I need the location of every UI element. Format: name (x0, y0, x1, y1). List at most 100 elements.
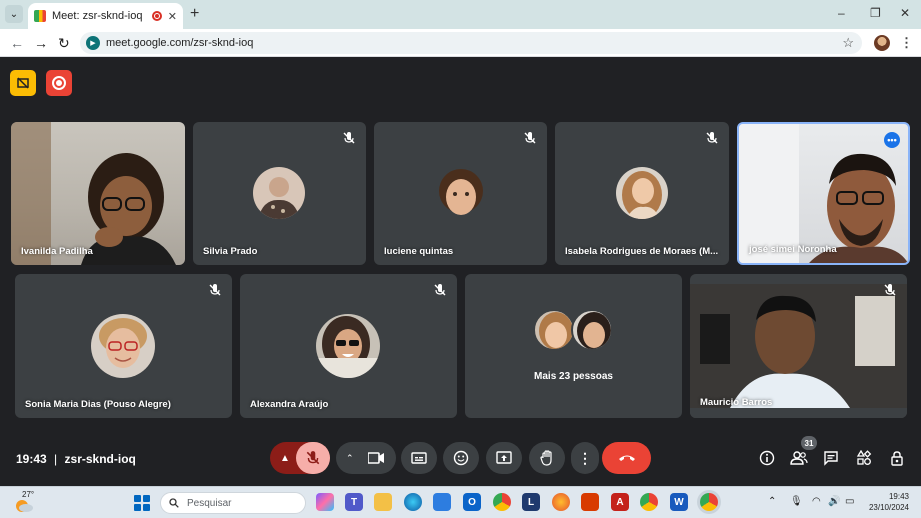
avatar (533, 309, 575, 351)
app-l-icon[interactable]: L (522, 493, 540, 511)
participant-name: Alexandra Araújo (250, 399, 329, 410)
tray-chevron-icon[interactable]: ⌃ (768, 496, 776, 507)
url-field[interactable]: ▶ meet.google.com/zsr-sknd-ioq ☆ (80, 32, 862, 54)
host-controls-icon[interactable] (887, 448, 907, 468)
url-text: meet.google.com/zsr-sknd-ioq (106, 37, 254, 49)
wifi-icon[interactable]: ◠ (812, 496, 821, 507)
firefox-icon[interactable] (552, 493, 570, 511)
weather-temp: 27° (22, 490, 35, 499)
back-arrow-icon[interactable]: ← (10, 35, 24, 51)
activities-icon[interactable] (854, 448, 874, 468)
participant-name: Sonia Maria Dias (Pouso Alegre) (25, 399, 171, 410)
meeting-details-icon[interactable] (757, 448, 777, 468)
present-icon (496, 451, 512, 464)
camera-icon (367, 452, 384, 464)
office-icon[interactable] (581, 493, 599, 511)
clock-date: 23/10/2024 (868, 503, 909, 512)
participant-tile[interactable]: luciene quintas (374, 122, 547, 265)
participant-name: Ivanilda Padilha (21, 246, 93, 257)
participant-tile[interactable]: Silvia Prado (193, 122, 366, 265)
captions-button[interactable] (401, 442, 437, 474)
chrome-profile-icon[interactable] (640, 493, 658, 511)
more-options-icon[interactable]: ••• (884, 132, 900, 148)
browser-tab-strip: ⌄ Meet: zsr-sknd-ioq ✕ + – ❐ ✕ (0, 0, 921, 29)
system-clock[interactable]: 19:43 23/10/2024 (869, 491, 909, 513)
avatar (316, 314, 380, 378)
reactions-button[interactable] (443, 442, 479, 474)
mic-off-icon (306, 451, 320, 465)
mic-toggle-button[interactable] (296, 442, 330, 474)
meeting-code: zsr-sknd-ioq (64, 452, 136, 466)
participant-tile[interactable]: Mauricio Barros (690, 274, 907, 418)
volume-icon[interactable]: 🔊 (828, 496, 840, 507)
participant-video (739, 124, 908, 263)
chevron-up-icon: ▲ (280, 452, 290, 464)
recording-icon[interactable] (46, 70, 72, 96)
more-options-button[interactable]: ⋮ (571, 442, 599, 474)
participant-tile[interactable]: Alexandra Araújo (240, 274, 457, 418)
more-people-label: Mais 23 pessoas (534, 371, 613, 382)
mic-off-icon (523, 131, 537, 145)
present-screen-button[interactable] (486, 442, 522, 474)
mic-off-icon (705, 131, 719, 145)
profile-avatar[interactable] (874, 35, 890, 51)
windows-taskbar: 27° Pesquisar T O L A W ⌃ 🎙 ◠ 🔊 ▭ 19:43 … (0, 486, 921, 518)
chat-icon[interactable] (821, 448, 841, 468)
hang-up-icon (618, 455, 635, 461)
mic-off-icon (883, 283, 897, 297)
tab-search-icon[interactable]: ⌄ (5, 5, 23, 23)
battery-icon[interactable]: ▭ (845, 496, 854, 507)
mic-off-icon (433, 283, 447, 297)
participant-tile[interactable]: Sonia Maria Dias (Pouso Alegre) (15, 274, 232, 418)
windows-start-icon[interactable] (134, 495, 150, 511)
address-bar-row: ← → ↻ ▶ meet.google.com/zsr-sknd-ioq ☆ (0, 29, 921, 57)
reload-icon[interactable]: ↻ (58, 35, 70, 52)
participant-name: Mauricio Barros (700, 397, 773, 408)
store-icon[interactable] (433, 493, 451, 511)
browser-menu-icon[interactable]: ⋮ (900, 35, 913, 51)
site-info-icon[interactable]: ▶ (86, 36, 100, 50)
avatar (253, 167, 305, 219)
hand-icon (540, 450, 552, 466)
leave-call-button[interactable] (602, 442, 651, 474)
participant-name: josé simei Noronha (749, 244, 837, 255)
acrobat-icon[interactable]: A (611, 493, 629, 511)
teams-icon[interactable]: T (345, 493, 363, 511)
window-close-icon[interactable]: ✕ (900, 6, 910, 20)
tab-close-icon[interactable]: ✕ (168, 10, 177, 23)
avatar (616, 167, 668, 219)
search-placeholder: Pesquisar (187, 497, 232, 509)
participant-name: Isabela Rodrigues de Moraes (M... (565, 246, 719, 257)
more-people-tile[interactable]: Mais 23 pessoas (465, 274, 682, 418)
copilot-icon[interactable] (316, 493, 334, 511)
mic-off-icon (342, 131, 356, 145)
participant-tile[interactable]: Ivanilda Padilha (11, 122, 185, 265)
more-vert-icon: ⋮ (578, 449, 592, 466)
meeting-time: 19:43 (16, 452, 47, 466)
clock-time: 19:43 (888, 492, 909, 501)
participant-tile[interactable]: Isabela Rodrigues de Moraes (M... (555, 122, 729, 265)
raise-hand-button[interactable] (529, 442, 565, 474)
video-options-button[interactable]: ⌃ (336, 442, 396, 474)
edge-icon[interactable] (404, 493, 422, 511)
people-icon[interactable] (789, 448, 809, 468)
word-icon[interactable]: W (670, 493, 688, 511)
avatar (571, 309, 613, 351)
minimize-icon[interactable]: – (838, 6, 845, 20)
browser-tab-meet[interactable]: Meet: zsr-sknd-ioq ✕ (28, 3, 183, 29)
avatar (435, 167, 487, 219)
bookmark-star-icon[interactable]: ☆ (842, 35, 854, 51)
companion-mode-icon[interactable] (10, 70, 36, 96)
file-explorer-icon[interactable] (374, 493, 392, 511)
chrome-active-icon[interactable] (700, 493, 718, 511)
chrome-icon[interactable] (493, 493, 511, 511)
participant-tile-active-speaker[interactable]: ••• josé simei Noronha (737, 122, 910, 265)
outlook-icon[interactable]: O (463, 493, 481, 511)
maximize-icon[interactable]: ❐ (870, 6, 881, 20)
tab-title: Meet: zsr-sknd-ioq (52, 10, 143, 22)
forward-arrow-icon[interactable]: → (34, 35, 48, 51)
new-tab-icon[interactable]: + (190, 5, 199, 23)
taskbar-search-field[interactable]: Pesquisar (160, 492, 306, 514)
microphone-tray-icon[interactable]: 🎙 (790, 496, 803, 507)
recording-indicator-icon (151, 11, 162, 21)
